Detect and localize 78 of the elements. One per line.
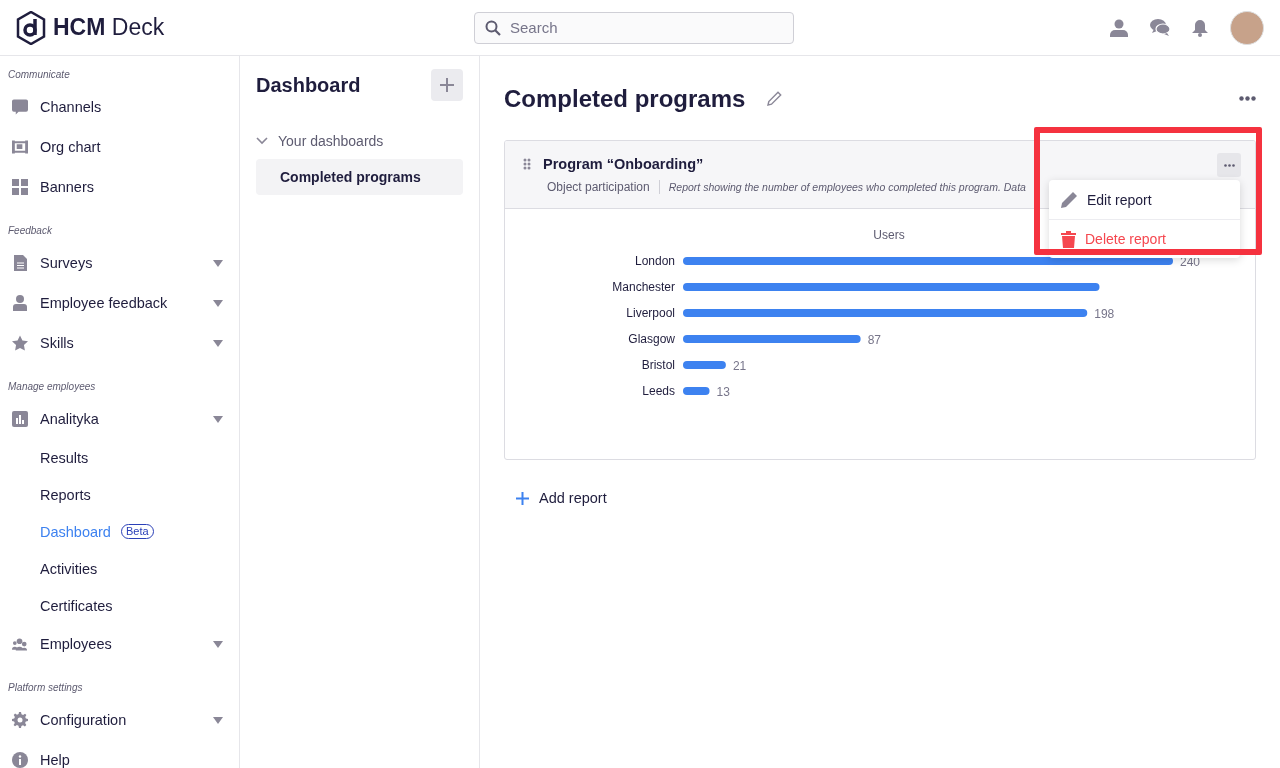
grid-icon [12, 179, 28, 195]
bell-icon[interactable] [1192, 18, 1208, 37]
trash-icon [1061, 230, 1076, 248]
nav-item[interactable]: Surveys [0, 243, 239, 283]
logo-icon [16, 10, 46, 45]
category-label: Leeds [642, 384, 675, 398]
value-label: 13 [716, 384, 730, 399]
drag-handle-icon[interactable] [523, 158, 531, 170]
plus-icon [440, 78, 454, 92]
logo-text: HCM Deck [53, 14, 165, 41]
nav-item[interactable]: Help [0, 740, 239, 768]
more-button[interactable] [1217, 153, 1241, 177]
document-icon [13, 255, 27, 271]
pencil-icon[interactable] [767, 91, 783, 106]
nav-item[interactable]: Channels [0, 87, 239, 127]
nav-item[interactable]: Employee feedback [0, 283, 239, 323]
dashboard-item[interactable]: Completed programs [256, 159, 463, 195]
search-field[interactable]: Search [474, 11, 794, 44]
plus-icon [516, 491, 529, 505]
category-label: Glasgow [628, 332, 675, 346]
caret-icon [213, 259, 223, 267]
nav-subitem[interactable]: Results [0, 439, 239, 476]
search-icon [485, 19, 501, 36]
nav-item[interactable]: Configuration [0, 700, 239, 740]
bar [683, 361, 726, 369]
info-icon [12, 752, 28, 768]
nav-item[interactable]: Org chart [0, 127, 239, 167]
caret-icon [213, 716, 223, 724]
add-report-button[interactable]: Add report [516, 490, 607, 506]
ellipsis-icon [1239, 96, 1256, 101]
section-title: Manage employees [7, 380, 97, 394]
bar [683, 387, 710, 395]
star-icon [12, 335, 28, 351]
caret-icon [213, 640, 223, 648]
nav-item[interactable]: Analityka [0, 399, 239, 439]
chat-icon[interactable] [1150, 19, 1170, 36]
tree-group[interactable]: Your dashboards [256, 123, 463, 159]
nav-item[interactable]: Skills [0, 323, 239, 363]
report-title: Program “Onboarding” [543, 156, 704, 172]
value-label: 198 [1094, 306, 1115, 321]
nav-subitem[interactable]: Dashboard Beta [0, 513, 239, 550]
caret-icon [213, 339, 223, 347]
page-title: Completed programs [504, 84, 746, 113]
pencil-icon [1061, 191, 1078, 208]
nav-item[interactable]: Employees [0, 624, 239, 664]
nav-item[interactable]: Banners [0, 167, 239, 207]
people-icon [12, 637, 28, 651]
chart-title: Users [873, 228, 905, 242]
value-label: 21 [732, 358, 747, 373]
category-label: London [634, 254, 675, 268]
menu-item[interactable]: Edit report [1049, 180, 1240, 219]
menu-item[interactable]: Delete report [1049, 219, 1240, 258]
nav-subitem[interactable]: Activities [0, 550, 239, 587]
section-title: Feedback [7, 224, 53, 238]
report-description: Report showing the number of employees who completed this program. Data [668, 181, 1026, 193]
report-type: Object participation [547, 180, 660, 194]
chevron-icon [256, 137, 268, 145]
panel-title: Dashboard [256, 73, 361, 97]
section-title: Communicate [7, 68, 71, 82]
category-label: Liverpool [626, 306, 675, 320]
avatar[interactable] [1230, 10, 1264, 45]
value-label: 87 [867, 332, 881, 347]
caret-icon [213, 299, 223, 307]
settings-icon [12, 712, 28, 728]
caret-icon [213, 415, 223, 423]
person-icon [12, 295, 28, 311]
chat-bubble-icon [12, 99, 28, 115]
bar-chart-icon [12, 411, 28, 427]
category-label: Manchester [612, 280, 675, 294]
nav-subitem[interactable]: Reports [0, 476, 239, 513]
add-button[interactable] [431, 69, 463, 101]
more-button[interactable] [1239, 96, 1256, 101]
category-label: Bristol [641, 358, 675, 372]
person-icon[interactable] [1110, 18, 1128, 37]
nav-subitem[interactable]: Certificates [0, 587, 239, 624]
section-title: Platform settings [7, 681, 84, 695]
ellipsis-icon [1223, 163, 1235, 167]
org-chart-icon [12, 140, 28, 154]
